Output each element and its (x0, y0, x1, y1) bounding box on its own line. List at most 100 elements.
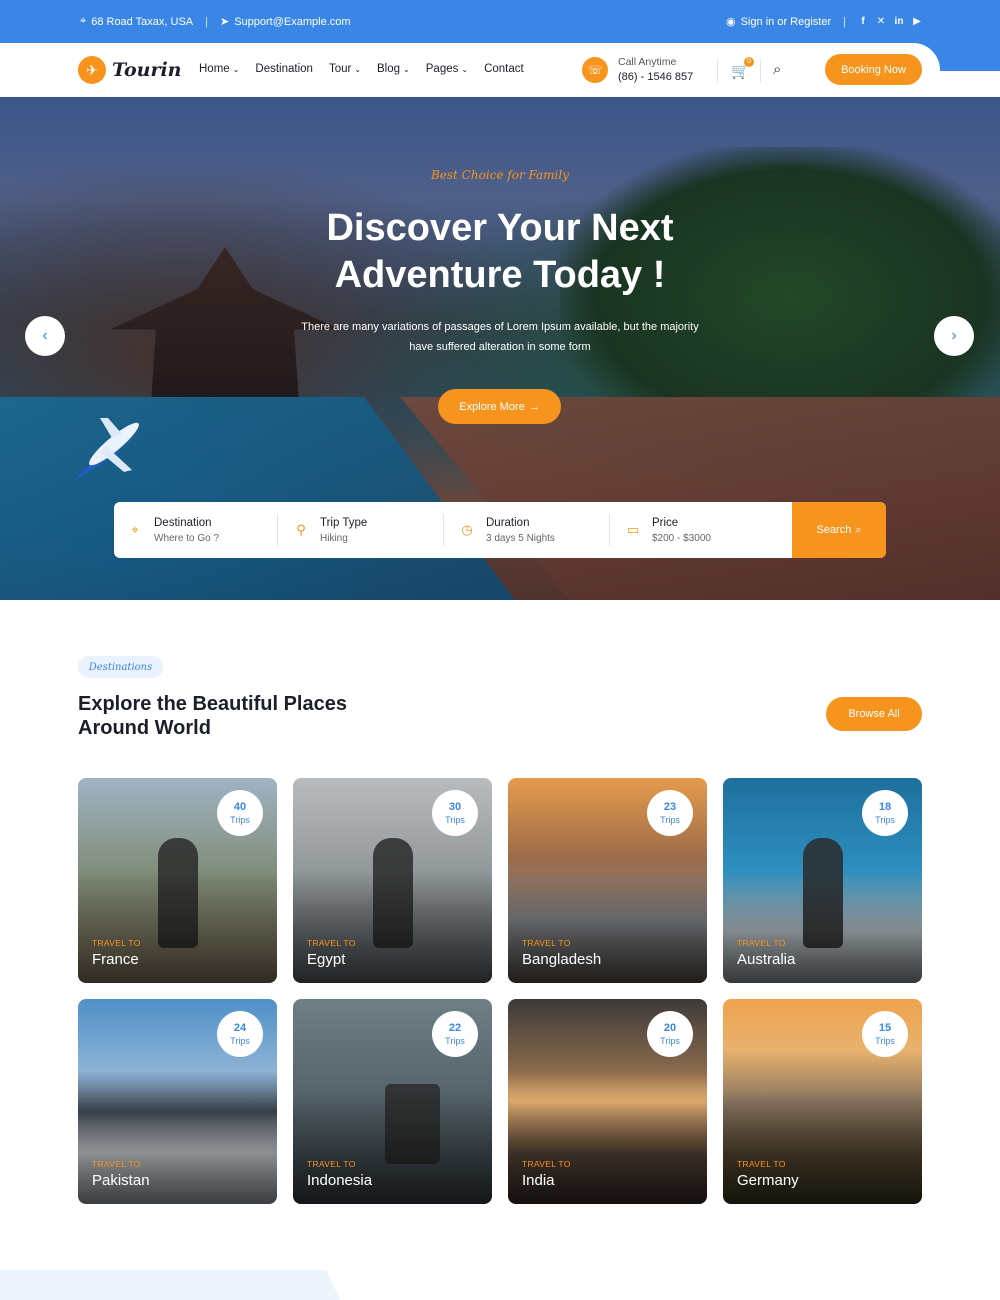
nav-item-home[interactable]: Home ⌄ (199, 63, 239, 75)
plane-logo-icon: ✈ (78, 56, 106, 84)
cart-count-badge: 0 (744, 57, 754, 67)
nav-menu: Home ⌄ Destination Tour ⌄ Blog ⌄ Pages ⌄ Con… (199, 63, 524, 75)
call-number: (86) - 1546 857 (618, 71, 694, 83)
destination-name: France (92, 951, 139, 968)
travel-to-label: TRAVEL TO (92, 938, 141, 948)
trips-badge: 30 Trips (432, 790, 478, 836)
destination-name: Australia (737, 951, 796, 968)
facebook-icon[interactable]: f (858, 16, 868, 27)
headset-icon: ☏ (582, 56, 608, 83)
chevron-down-icon: ⌄ (232, 64, 240, 74)
arrow-right-icon: → (528, 400, 540, 413)
nav-item-destination[interactable]: Destination (255, 63, 313, 75)
address: ⌖ 68 Road Taxax, USA (80, 15, 194, 28)
prev-slide-button[interactable]: ‹ (25, 316, 65, 356)
nav-item-blog[interactable]: Blog ⌄ (377, 63, 410, 75)
social-links: f ✕ in ▶ (858, 16, 922, 27)
destination-name: Indonesia (307, 1172, 373, 1189)
hiker-icon: ⚲ (296, 522, 306, 537)
destination-card[interactable]: 20 Trips TRAVEL TO India (508, 999, 707, 1204)
divider: | (205, 15, 208, 28)
signin-link[interactable]: ◉ Sign in or Register (726, 15, 831, 29)
section-chip: Destinations (78, 656, 163, 678)
airplane-icon (72, 418, 139, 482)
clock-icon: ◷ (461, 522, 473, 537)
chevron-down-icon: ⌄ (403, 64, 410, 74)
destination-card[interactable]: 18 Trips TRAVEL TO Australia (723, 778, 922, 983)
search-field-duration[interactable]: ◷ Duration 3 days 5 Nights (460, 502, 555, 558)
search-button[interactable]: Search ⌕ (792, 502, 886, 558)
destination-grid: 40 Trips TRAVEL TO France 30 Trips TRAVEL … (78, 778, 922, 1204)
search-icon[interactable]: ⌕ (773, 61, 781, 78)
trips-badge: 20 Trips (647, 1011, 693, 1057)
map-pin-icon: ⌖ (131, 522, 139, 537)
nav-item-pages[interactable]: Pages ⌄ (426, 63, 468, 75)
travel-to-label: TRAVEL TO (92, 1159, 141, 1169)
send-icon: ➤ (219, 16, 230, 28)
travel-to-label: TRAVEL TO (737, 938, 786, 948)
trips-badge: 24 Trips (217, 1011, 263, 1057)
destination-name: Bangladesh (522, 951, 602, 968)
destination-card[interactable]: 30 Trips TRAVEL TO Egypt (293, 778, 492, 983)
hero-title: Discover Your Next Adventure Today ! (326, 207, 674, 296)
trips-badge: 22 Trips (432, 1011, 478, 1057)
hero-subtitle: There are many variations of passages of… (301, 321, 699, 353)
divider: | (843, 15, 846, 28)
travel-to-label: TRAVEL TO (307, 938, 356, 948)
divider (443, 514, 444, 546)
call-anytime[interactable]: ☏ Call Anytime (86) - 1546 857 (582, 56, 693, 83)
chevron-down-icon: ⌄ (461, 64, 469, 74)
hero-tagline: Best Choice for Family (430, 168, 570, 182)
destination-name: India (522, 1172, 555, 1189)
search-icon: ⌕ (855, 523, 862, 536)
next-section-edge (0, 1270, 340, 1300)
divider (760, 59, 761, 83)
next-slide-button[interactable]: › (934, 316, 974, 356)
chevron-left-icon: ‹ (42, 327, 48, 344)
divider (717, 59, 718, 83)
chevron-down-icon: ⌄ (354, 64, 362, 74)
email-link[interactable]: ➤ Support@Example.com (219, 15, 351, 29)
destination-name: Egypt (307, 951, 346, 968)
booking-button[interactable]: Booking Now (825, 54, 922, 85)
destination-name: Germany (737, 1172, 799, 1189)
nav-item-tour[interactable]: Tour ⌄ (329, 63, 361, 75)
section-title: Explore the Beautiful Places Around Worl… (78, 693, 347, 739)
top-bar: ⌖ 68 Road Taxax, USA | ➤ Support@Example.c… (0, 0, 1000, 43)
trips-badge: 40 Trips (217, 790, 263, 836)
linkedin-icon[interactable]: in (894, 16, 904, 27)
travel-to-label: TRAVEL TO (737, 1159, 786, 1169)
search-bar: ⌖ Destination Where to Go ? ⚲ Trip Type Hi… (114, 502, 886, 558)
main-nav: ✈ Tourin Home ⌄ Destination Tour ⌄ Blog ⌄ P… (0, 43, 940, 97)
destination-name: Pakistan (92, 1172, 150, 1189)
youtube-icon[interactable]: ▶ (912, 16, 922, 27)
destination-card[interactable]: 22 Trips TRAVEL TO Indonesia (293, 999, 492, 1204)
travel-to-label: TRAVEL TO (522, 938, 571, 948)
travel-to-label: TRAVEL TO (522, 1159, 571, 1169)
card-icon: ▭ (626, 522, 640, 537)
nav-item-contact[interactable]: Contact (484, 63, 524, 75)
chevron-right-icon: › (951, 327, 957, 344)
trips-badge: 18 Trips (862, 790, 908, 836)
trips-badge: 23 Trips (647, 790, 693, 836)
browse-all-button[interactable]: Browse All (826, 697, 922, 731)
hero-banner: Best Choice for Family Discover Your Nex… (0, 97, 1000, 600)
search-field-trip-type[interactable]: ⚲ Trip Type Hiking (294, 502, 367, 558)
explore-more-button[interactable]: Explore More → (438, 389, 561, 424)
call-label: Call Anytime (618, 56, 677, 68)
divider (609, 514, 610, 546)
location-icon: ⌖ (80, 15, 87, 27)
user-icon: ◉ (726, 16, 736, 28)
brand-name: Tourin (112, 59, 182, 81)
destination-card[interactable]: 24 Trips TRAVEL TO Pakistan (78, 999, 277, 1204)
trips-badge: 15 Trips (862, 1011, 908, 1057)
travel-to-label: TRAVEL TO (307, 1159, 356, 1169)
destination-card[interactable]: 15 Trips TRAVEL TO Germany (723, 999, 922, 1204)
logo[interactable]: ✈ Tourin (78, 56, 182, 84)
destination-card[interactable]: 40 Trips TRAVEL TO France (78, 778, 277, 983)
destination-card[interactable]: 23 Trips TRAVEL TO Bangladesh (508, 778, 707, 983)
search-field-destination[interactable]: ⌖ Destination Where to Go ? (128, 502, 219, 558)
x-icon[interactable]: ✕ (876, 16, 886, 27)
search-field-price[interactable]: ▭ Price $200 - $3000 (626, 502, 711, 558)
divider (277, 514, 278, 546)
